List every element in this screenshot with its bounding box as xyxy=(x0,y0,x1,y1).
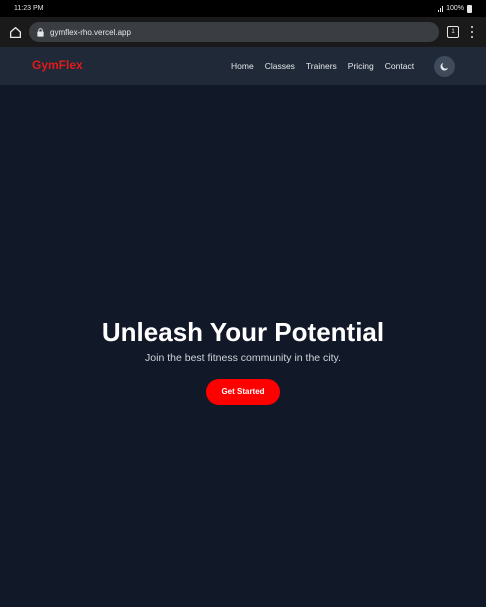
battery-percent: 100% xyxy=(446,5,464,12)
browser-menu-button[interactable] xyxy=(468,25,476,39)
moon-icon xyxy=(440,62,449,71)
nav-link-home[interactable]: Home xyxy=(231,61,254,71)
menu-dot xyxy=(470,30,474,34)
nav-link-trainers[interactable]: Trainers xyxy=(306,61,337,71)
lock-icon xyxy=(37,27,44,37)
url-text: gymflex-rho.vercel.app xyxy=(50,27,131,37)
browser-toolbar: gymflex-rho.vercel.app 1 xyxy=(0,17,486,47)
tab-count: 1 xyxy=(451,29,455,35)
home-icon xyxy=(9,26,21,38)
status-time: 11:23 PM xyxy=(14,5,44,12)
browser-home-button[interactable] xyxy=(0,17,30,47)
nav-link-contact[interactable]: Contact xyxy=(385,61,414,71)
battery-icon xyxy=(467,4,472,13)
hero-title: Unleash Your Potential xyxy=(101,317,385,347)
address-bar[interactable]: gymflex-rho.vercel.app xyxy=(29,22,439,42)
get-started-button[interactable]: Get Started xyxy=(206,379,280,405)
status-indicators: 100% xyxy=(437,4,472,13)
hero-subtitle: Join the best fitness community in the c… xyxy=(145,352,341,364)
signal-icon xyxy=(437,5,444,12)
theme-toggle-button[interactable] xyxy=(434,56,455,77)
nav-links: Home Classes Trainers Pricing Contact xyxy=(231,61,414,71)
tab-switcher-button[interactable]: 1 xyxy=(447,26,459,38)
status-bar: 11:23 PM 100% xyxy=(0,0,486,17)
nav-link-pricing[interactable]: Pricing xyxy=(348,61,374,71)
site-navbar: GymFlex Home Classes Trainers Pricing Co… xyxy=(0,47,486,85)
hero-section: Unleash Your Potential Join the best fit… xyxy=(0,315,486,405)
menu-dot xyxy=(470,26,474,29)
page: GymFlex Home Classes Trainers Pricing Co… xyxy=(0,47,486,607)
menu-dot xyxy=(470,35,474,38)
nav-link-classes[interactable]: Classes xyxy=(265,61,295,71)
site-logo[interactable]: GymFlex xyxy=(32,58,83,72)
